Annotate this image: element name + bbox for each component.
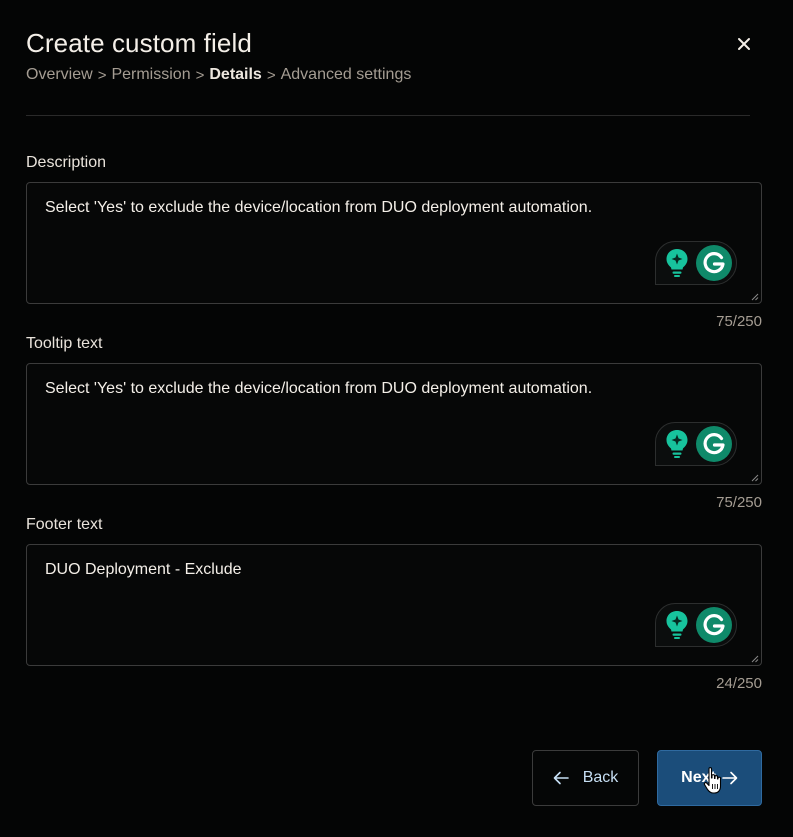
breadcrumb-separator: > <box>266 66 276 84</box>
next-button-label: Next <box>681 769 716 786</box>
resize-handle-icon[interactable] <box>751 655 759 663</box>
grammarly-widget[interactable] <box>655 603 737 647</box>
tooltip-text-value: Select 'Yes' to exclude the device/locat… <box>45 380 593 397</box>
arrow-left-icon <box>553 771 569 785</box>
arrow-right-icon <box>722 771 738 785</box>
grammarly-widget[interactable] <box>655 422 737 466</box>
tooltip-text-label: Tooltip text <box>26 335 103 352</box>
footer-text-label: Footer text <box>26 516 103 533</box>
lightbulb-sparkle-icon[interactable] <box>662 246 692 280</box>
grammarly-logo-icon[interactable] <box>696 607 732 643</box>
next-button[interactable]: Next <box>657 750 762 806</box>
dialog-title: Create custom field <box>26 28 252 58</box>
description-char-counter: 75/250 <box>716 313 762 330</box>
breadcrumb-separator: > <box>97 66 107 84</box>
close-button[interactable] <box>730 30 758 58</box>
tooltip-text-char-counter: 75/250 <box>716 494 762 511</box>
breadcrumb-overview[interactable]: Overview <box>26 66 93 84</box>
lightbulb-sparkle-icon[interactable] <box>662 608 692 642</box>
resize-handle-icon[interactable] <box>751 474 759 482</box>
grammarly-widget[interactable] <box>655 241 737 285</box>
breadcrumb-advanced-settings[interactable]: Advanced settings <box>281 66 412 84</box>
lightbulb-sparkle-icon[interactable] <box>662 427 692 461</box>
description-label: Description <box>26 154 107 171</box>
close-icon <box>738 38 750 50</box>
back-button-label: Back <box>582 769 619 786</box>
breadcrumb-separator: > <box>195 66 205 84</box>
description-textarea[interactable]: Select 'Yes' to exclude the device/locat… <box>26 182 762 304</box>
footer-text-char-counter: 24/250 <box>716 675 762 692</box>
create-custom-field-dialog: Create custom field Overview > Permissio… <box>0 0 793 837</box>
footer-text-textarea[interactable]: DUO Deployment - Exclude <box>26 544 762 666</box>
footer-text-value: DUO Deployment - Exclude <box>45 561 242 578</box>
tooltip-text-textarea[interactable]: Select 'Yes' to exclude the device/locat… <box>26 363 762 485</box>
breadcrumb: Overview > Permission > Details > Advanc… <box>26 66 411 84</box>
back-button[interactable]: Back <box>532 750 639 806</box>
grammarly-logo-icon[interactable] <box>696 245 732 281</box>
header-divider <box>26 115 750 116</box>
description-value: Select 'Yes' to exclude the device/locat… <box>45 199 593 216</box>
grammarly-logo-icon[interactable] <box>696 426 732 462</box>
resize-handle-icon[interactable] <box>751 293 759 301</box>
breadcrumb-permission[interactable]: Permission <box>111 66 190 84</box>
breadcrumb-details: Details <box>209 66 262 83</box>
